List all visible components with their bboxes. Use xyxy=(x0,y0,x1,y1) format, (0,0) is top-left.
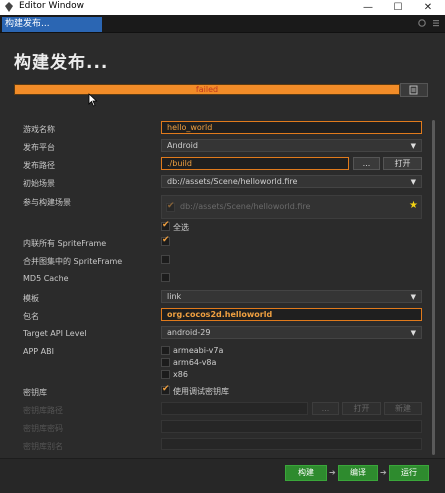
platform-value: Android xyxy=(167,141,198,150)
start-scene-value: db://assets/Scene/helloworld.fire xyxy=(167,177,298,186)
action-bar xyxy=(0,458,445,493)
browse-keystore-button[interactable]: ... xyxy=(312,402,339,415)
minimize-button[interactable]: — xyxy=(353,0,383,15)
document-icon xyxy=(409,85,418,95)
abi-armeabi-v7a-label: armeabi-v7a xyxy=(173,346,224,355)
chevron-down-icon: ▼ xyxy=(410,178,416,186)
scene-item-path: db://assets/Scene/helloworld.fire xyxy=(180,202,311,211)
abi-x86-checkbox[interactable] xyxy=(161,370,170,379)
new-keystore-button[interactable]: 新建 xyxy=(384,402,422,415)
keystore-path-input[interactable] xyxy=(161,402,308,415)
keystore-password-label: 密钥库密码 xyxy=(23,424,63,433)
target-api-value: android-29 xyxy=(167,328,211,337)
build-progress-bar: failed xyxy=(14,84,400,95)
template-select[interactable]: link ▼ xyxy=(161,290,422,303)
chevron-down-icon: ▼ xyxy=(410,329,416,337)
game-name-input[interactable]: hello_world xyxy=(161,121,422,134)
tab-build[interactable]: 构建发布... xyxy=(2,17,102,32)
abi-arm64-v8a-checkbox[interactable] xyxy=(161,358,170,367)
cocos-logo-icon xyxy=(5,2,13,12)
platform-select[interactable]: Android ▼ xyxy=(161,139,422,152)
build-path-input[interactable]: ./build xyxy=(161,157,349,170)
scene-list: db://assets/Scene/helloworld.fire ★ xyxy=(161,195,422,219)
start-scene-select[interactable]: db://assets/Scene/helloworld.fire ▼ xyxy=(161,175,422,188)
keystore-alias-input[interactable] xyxy=(161,438,422,450)
tab-bar: 构建发布... xyxy=(0,15,445,33)
refresh-icon[interactable] xyxy=(417,18,427,28)
scene-checkbox[interactable] xyxy=(166,201,175,212)
compile-button[interactable]: 编译 xyxy=(338,465,378,481)
package-name-input[interactable]: org.cocos2d.helloworld xyxy=(161,308,422,321)
keystore-label: 密钥库 xyxy=(23,388,47,397)
mouse-cursor-icon xyxy=(88,93,98,107)
merge-atlas-checkbox[interactable] xyxy=(161,255,170,264)
open-log-button[interactable] xyxy=(400,83,428,97)
build-button[interactable]: 构建 xyxy=(285,465,327,481)
target-api-label: Target API Level xyxy=(23,329,87,338)
abi-armeabi-v7a-checkbox[interactable] xyxy=(161,346,170,355)
vertical-scrollbar[interactable] xyxy=(432,120,435,455)
merge-atlas-label: 合并图集中的 SpriteFrame xyxy=(23,257,123,266)
chevron-down-icon: ▼ xyxy=(410,293,416,301)
window-titlebar: Editor Window — ☐ ✕ xyxy=(0,0,445,15)
start-scene-label: 初始场景 xyxy=(23,179,55,188)
template-label: 模板 xyxy=(23,294,39,303)
open-keystore-button[interactable]: 打开 xyxy=(342,402,381,415)
target-api-select[interactable]: android-29 ▼ xyxy=(161,326,422,339)
debug-keystore-checkbox[interactable] xyxy=(161,384,170,395)
maximize-button[interactable]: ☐ xyxy=(383,0,413,15)
scenes-label: 参与构建场景 xyxy=(23,198,71,207)
page-title: 构建发布... xyxy=(14,53,109,73)
debug-keystore-label: 使用调试密钥库 xyxy=(173,387,229,396)
open-build-path-button[interactable]: 打开 xyxy=(383,157,422,170)
md5-cache-label: MD5 Cache xyxy=(23,274,69,283)
template-value: link xyxy=(167,292,182,301)
keystore-password-input[interactable] xyxy=(161,420,422,433)
abi-arm64-v8a-label: arm64-v8a xyxy=(173,358,217,367)
package-name-label: 包名 xyxy=(23,312,39,321)
inline-spriteframe-label: 内联所有 SpriteFrame xyxy=(23,239,107,248)
star-icon[interactable]: ★ xyxy=(409,200,418,211)
run-button[interactable]: 运行 xyxy=(389,465,429,481)
window-title: Editor Window xyxy=(19,1,84,11)
platform-label: 发布平台 xyxy=(23,143,55,152)
browse-build-path-button[interactable]: ... xyxy=(353,157,380,170)
arrow-right-icon: ➔ xyxy=(329,468,336,477)
select-all-label: 全选 xyxy=(173,223,189,232)
game-name-label: 游戏名称 xyxy=(23,125,55,134)
menu-icon[interactable] xyxy=(431,18,441,28)
progress-status-text: failed xyxy=(195,85,219,94)
close-button[interactable]: ✕ xyxy=(413,0,443,15)
select-all-checkbox[interactable] xyxy=(161,220,170,231)
inline-spriteframe-checkbox[interactable] xyxy=(161,235,170,246)
abi-x86-label: x86 xyxy=(173,370,188,379)
keystore-path-label: 密钥库路径 xyxy=(23,406,63,415)
build-path-label: 发布路径 xyxy=(23,161,55,170)
keystore-alias-label: 密钥库别名 xyxy=(23,442,63,451)
app-abi-label: APP ABI xyxy=(23,347,54,356)
md5-cache-checkbox[interactable] xyxy=(161,273,170,282)
arrow-right-icon: ➔ xyxy=(380,468,387,477)
chevron-down-icon: ▼ xyxy=(410,142,416,150)
